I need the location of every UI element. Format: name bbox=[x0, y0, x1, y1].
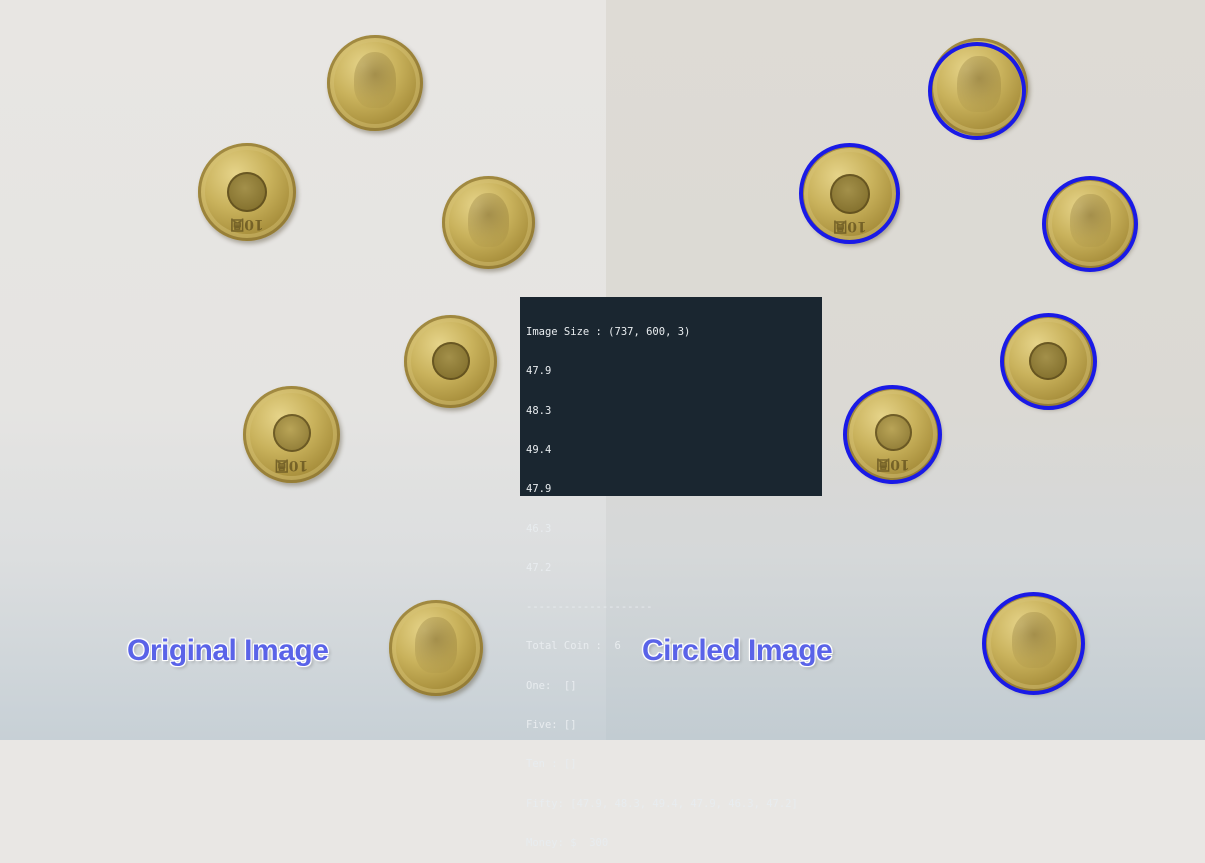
console-line-diameter: 47.9 bbox=[526, 483, 552, 496]
coin-detection-circle bbox=[799, 143, 900, 244]
coin-detection-circle bbox=[1000, 313, 1097, 410]
coin-holed-middle-right bbox=[404, 315, 497, 408]
coin-holed-upper-left: 10圓 bbox=[198, 143, 296, 241]
console-line-money: Money: $ 300 bbox=[526, 836, 609, 849]
coin-detection-circle bbox=[928, 42, 1026, 140]
console-line-separator: -------------------- bbox=[526, 601, 653, 614]
original-image-caption: Original Image bbox=[127, 634, 329, 667]
console-line-diameter: 47.9 bbox=[526, 365, 552, 378]
coin-holed-lower-left: 10圓 bbox=[243, 386, 340, 483]
console-line-diameter: 46.3 bbox=[526, 522, 552, 535]
coin-portrait-relief bbox=[353, 52, 397, 108]
original-image-panel: 10圓 10圓 Original Image bbox=[0, 0, 606, 740]
coin-hole bbox=[227, 172, 267, 212]
console-line-image-size: Image Size : (737, 600, 3) bbox=[526, 326, 691, 339]
coin-hole bbox=[273, 414, 311, 452]
console-line-diameter: 48.3 bbox=[526, 404, 552, 417]
coin-denomination-text: 10圓 bbox=[274, 457, 309, 473]
coin-detection-circle bbox=[843, 385, 942, 484]
coin-hole bbox=[432, 342, 470, 380]
console-line-diameter: 49.4 bbox=[526, 444, 552, 457]
console-output: Image Size : (737, 600, 3) 47.9 48.3 49.… bbox=[520, 297, 822, 849]
coin-portrait-relief bbox=[468, 192, 509, 247]
console-line-ten: Ten : [] bbox=[526, 758, 577, 771]
console-line-fifty: Fifty: [47.9, 48.3, 49.4, 47.9, 46.3, 47… bbox=[526, 797, 798, 810]
coin-portrait-right bbox=[442, 176, 535, 269]
coin-portrait-bottom bbox=[389, 600, 483, 696]
coin-portrait-top bbox=[327, 35, 423, 131]
coin-portrait-relief bbox=[415, 617, 457, 673]
coin-detection-circle bbox=[982, 592, 1085, 695]
console-line-one: One: [] bbox=[526, 679, 577, 692]
console-line-total-coin: Total Coin : 6 bbox=[526, 640, 621, 653]
coin-denomination-text: 10圓 bbox=[230, 216, 264, 232]
console-line-diameter: 47.2 bbox=[526, 561, 552, 574]
console-line-five: Five: [] bbox=[526, 719, 577, 731]
coin-detection-circle bbox=[1042, 176, 1138, 272]
